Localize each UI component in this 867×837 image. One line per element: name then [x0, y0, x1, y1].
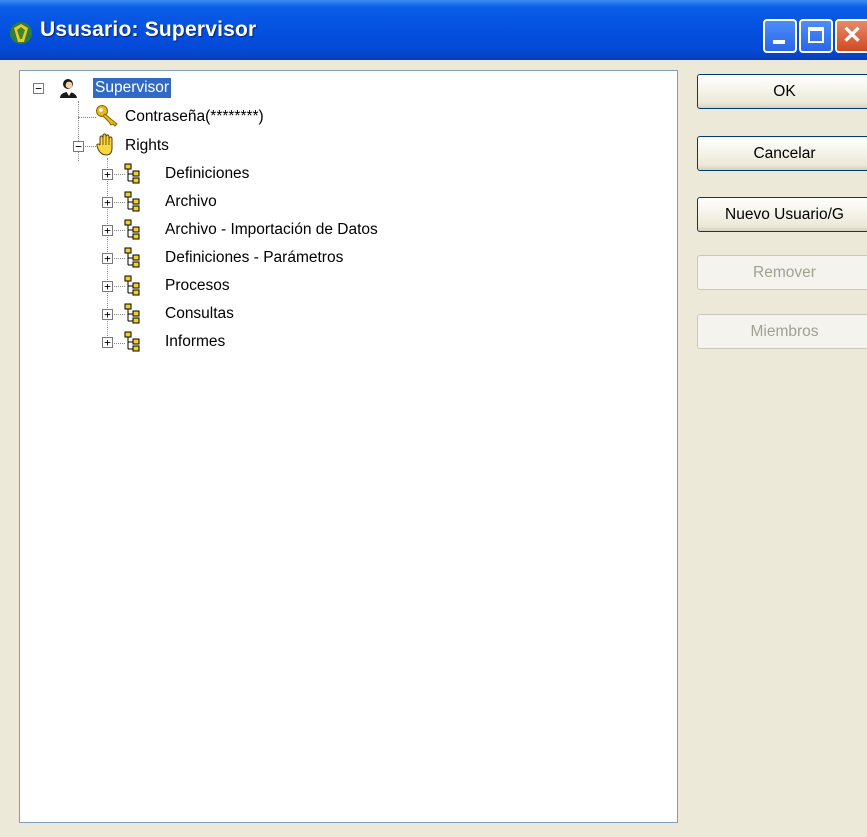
expand-toggle[interactable]: + — [102, 197, 113, 208]
tree-label: Contraseña(********) — [125, 108, 264, 125]
hand-icon — [96, 133, 113, 156]
tree-label: Rights — [125, 137, 169, 154]
new-user-button[interactable]: Nuevo Usuario/G — [697, 197, 867, 232]
tree-node-supervisor[interactable]: Supervisor — [93, 75, 172, 101]
expand-toggle[interactable]: + — [102, 337, 113, 348]
hierarchy-icon — [124, 191, 140, 212]
cancel-button[interactable]: Cancelar — [697, 136, 867, 171]
hierarchy-icon — [124, 303, 140, 324]
title-bar[interactable]: Ususario: Supervisor ✕ — [0, 0, 867, 60]
minimize-button[interactable] — [763, 19, 797, 53]
tree-label: Consultas — [165, 305, 234, 322]
hierarchy-icon — [124, 247, 140, 268]
tree-label: Archivo — [165, 193, 217, 210]
tree-label: Informes — [165, 333, 226, 350]
hierarchy-icon — [124, 331, 140, 352]
maximize-button[interactable] — [799, 19, 833, 53]
hierarchy-icon — [124, 275, 140, 296]
key-icon — [96, 105, 118, 127]
expand-toggle[interactable]: + — [102, 225, 113, 236]
tree-label: Supervisor — [93, 78, 172, 98]
collapse-toggle[interactable]: − — [33, 83, 44, 94]
tree-node-right[interactable]: Archivo — [163, 189, 219, 215]
tree-node-right[interactable]: Definiciones - Parámetros — [163, 245, 345, 271]
app-icon — [10, 22, 32, 44]
hierarchy-icon — [124, 163, 140, 184]
window-title: Ususario: Supervisor — [40, 18, 257, 41]
user-icon — [60, 79, 77, 98]
tree-node-rights[interactable]: Rights — [123, 133, 171, 159]
expand-toggle[interactable]: + — [102, 309, 113, 320]
members-button[interactable]: Miembros — [697, 314, 867, 349]
permissions-tree[interactable]: − Supervisor Contraseña(********) − Righ… — [19, 70, 678, 823]
maximize-icon — [808, 27, 824, 43]
expand-toggle[interactable]: + — [102, 169, 113, 180]
hierarchy-icon — [124, 219, 140, 240]
tree-label: Archivo - Importación de Datos — [165, 221, 378, 238]
minimize-icon — [773, 40, 785, 44]
tree-label: Procesos — [165, 277, 230, 294]
ok-button[interactable]: OK — [697, 74, 867, 109]
tree-node-right[interactable]: Definiciones — [163, 161, 251, 187]
tree-node-right[interactable]: Archivo - Importación de Datos — [163, 217, 380, 243]
tree-node-right[interactable]: Consultas — [163, 301, 236, 327]
tree-label: Definiciones - Parámetros — [165, 249, 344, 266]
tree-node-right[interactable]: Informes — [163, 329, 227, 355]
expand-toggle[interactable]: + — [102, 253, 113, 264]
remove-button[interactable]: Remover — [697, 255, 867, 290]
tree-node-password[interactable]: Contraseña(********) — [123, 104, 266, 130]
close-icon: ✕ — [842, 22, 863, 49]
tree-node-right[interactable]: Procesos — [163, 273, 232, 299]
expand-toggle[interactable]: + — [102, 281, 113, 292]
dialog-window: Ususario: Supervisor ✕ − Supervisor Cont… — [0, 0, 867, 837]
tree-label: Definiciones — [165, 165, 250, 182]
collapse-toggle[interactable]: − — [73, 141, 84, 152]
tree-connector — [78, 117, 96, 118]
close-button[interactable]: ✕ — [835, 19, 867, 53]
